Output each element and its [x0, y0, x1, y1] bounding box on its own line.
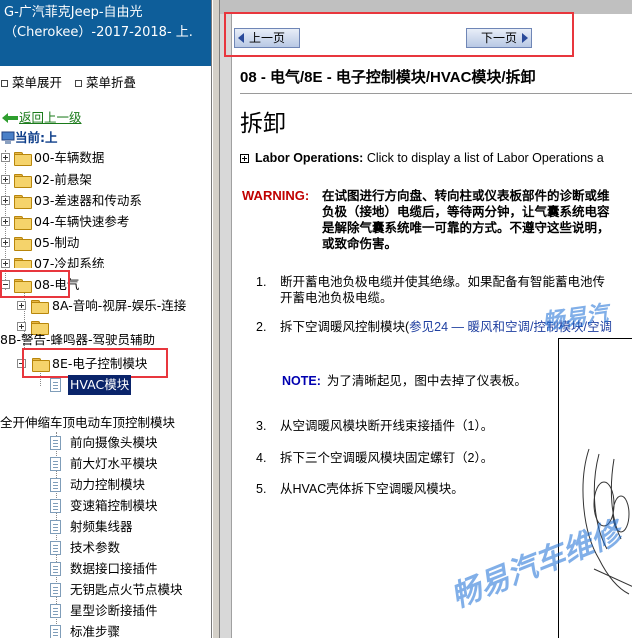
- menu-operations: 菜单展开 菜单折叠: [0, 72, 136, 91]
- divider: [240, 93, 632, 94]
- tree-item-doc[interactable]: 无钥匙点火节点模块: [0, 580, 211, 600]
- left-nav-panel: G-广汽菲克Jeep-自由光 （Cherokee）-2017-2018- 上. …: [0, 0, 212, 638]
- hvac-diagram-drawing: [582, 448, 632, 595]
- left-arrow-icon: [238, 33, 244, 43]
- folder-open-icon: [32, 358, 50, 372]
- tree-item-8a[interactable]: 8A-音响-视屏-娱乐-连接: [0, 296, 211, 316]
- top-gray-band: [220, 0, 632, 14]
- back-arrow-icon: [2, 113, 18, 123]
- document-icon: [50, 457, 61, 471]
- vehicle-title-header: G-广汽菲克Jeep-自由光 （Cherokee）-2017-2018- 上.: [0, 0, 211, 66]
- expand-icon[interactable]: [1, 175, 10, 184]
- tree-item-doc[interactable]: 星型诊断接插件: [0, 601, 211, 621]
- labor-operations-row[interactable]: Labor Operations: Click to display a lis…: [240, 151, 604, 165]
- folder-icon: [31, 321, 49, 335]
- vehicle-title-line1: G-广汽菲克Jeep-自由光: [4, 5, 143, 20]
- tree-item-doc[interactable]: 前向摄像头模块: [0, 433, 211, 453]
- vehicle-title-line2: （Cherokee）-2017-2018- 上.: [4, 25, 193, 40]
- content-panel: 上一页 下一页 08 - 电气/8E - 电子控制模块/HVAC模块/拆卸 拆卸…: [220, 0, 632, 638]
- folder-icon: [14, 258, 32, 268]
- tree-item-02[interactable]: 02-前悬架: [0, 170, 211, 190]
- collapse-icon[interactable]: [17, 359, 26, 368]
- expand-icon[interactable]: [1, 217, 10, 226]
- tree-item-doc[interactable]: 技术参数: [0, 538, 211, 558]
- tree-item-doc[interactable]: 动力控制模块: [0, 475, 211, 495]
- note-text: 为了清晰起见，图中去掉了仪表板。: [326, 374, 527, 388]
- tree-item-8e[interactable]: 8E-电子控制模块: [0, 354, 211, 374]
- folder-icon: [14, 152, 32, 166]
- page-nav-bar: 上一页 下一页: [234, 24, 554, 52]
- folder-icon: [14, 237, 32, 251]
- expand-icon[interactable]: [1, 153, 10, 162]
- tree-item-00[interactable]: 00-车辆数据: [0, 148, 211, 168]
- expand-icon[interactable]: [240, 154, 249, 164]
- folder-icon: [14, 216, 32, 230]
- document-icon: [50, 583, 61, 597]
- document-icon: [50, 604, 61, 618]
- document-icon: [50, 520, 61, 534]
- expand-all-button[interactable]: 菜单展开: [0, 72, 62, 91]
- tree-item-hvac[interactable]: HVAC模块: [0, 375, 211, 395]
- warning-text: 在试图进行方向盘、转向柱或仪表板部件的诊断或维 负极（接地）电缆后，等待两分钟，…: [322, 189, 610, 251]
- right-arrow-icon: [522, 33, 528, 43]
- tree-item-8b[interactable]: 8B-警告-蜂鸣器-驾驶员辅助: [0, 334, 211, 346]
- tree-item-doc[interactable]: 变速箱控制模块: [0, 496, 211, 516]
- prev-page-button[interactable]: 上一页: [234, 28, 300, 48]
- tree-item-doc[interactable]: 前大灯水平模块: [0, 454, 211, 474]
- document-icon: [50, 499, 61, 513]
- folder-icon: [14, 195, 32, 209]
- breadcrumb-title: 08 - 电气/8E - 电子控制模块/HVAC模块/拆卸: [240, 69, 536, 86]
- back-link[interactable]: 返回上一级: [19, 108, 82, 128]
- tree-item-08[interactable]: 08-电气: [0, 275, 211, 295]
- expand-icon[interactable]: [17, 301, 26, 310]
- note-label: NOTE:: [282, 374, 321, 388]
- tree-item-roof[interactable]: 全开伸缩车顶电动车顶控制模块: [0, 413, 211, 433]
- expand-icon[interactable]: [1, 196, 10, 205]
- hvac-diagram-image: [558, 338, 632, 638]
- tree-item-03[interactable]: 03-差速器和传动系: [0, 191, 211, 211]
- warning-label: WARNING:: [242, 188, 310, 203]
- square-icon: [75, 79, 82, 87]
- document-icon: [50, 378, 61, 392]
- expand-icon[interactable]: [17, 322, 26, 331]
- computer-icon: [1, 131, 15, 144]
- current-location: 当前:上: [15, 130, 58, 145]
- app-window: G-广汽菲克Jeep-自由光 （Cherokee）-2017-2018- 上. …: [0, 0, 632, 638]
- tree-item-doc[interactable]: 射频集线器: [0, 517, 211, 537]
- tree-item-05[interactable]: 05-制动: [0, 233, 211, 253]
- square-icon: [1, 79, 8, 87]
- document-icon: [50, 541, 61, 555]
- folder-icon: [14, 174, 32, 188]
- document-icon: [50, 478, 61, 492]
- section-title: 拆卸: [240, 111, 286, 136]
- tree-item-doc[interactable]: 标准步骤: [0, 622, 211, 638]
- tree-item-07[interactable]: 07-冷却系统: [0, 254, 211, 268]
- tree-item-04[interactable]: 04-车辆快速参考: [0, 212, 211, 232]
- next-page-button[interactable]: 下一页: [466, 28, 532, 48]
- document-icon: [50, 562, 61, 576]
- expand-icon[interactable]: [1, 238, 10, 247]
- folder-icon: [31, 300, 49, 314]
- expand-icon[interactable]: [1, 259, 10, 268]
- content-left-border: [220, 14, 232, 638]
- tree-item-doc[interactable]: 数据接口接插件: [0, 559, 211, 579]
- folder-open-icon: [14, 279, 32, 293]
- collapse-icon[interactable]: [1, 280, 10, 289]
- current-location-row: 当前:上: [0, 128, 211, 148]
- back-link-row[interactable]: 返回上一级: [0, 108, 211, 128]
- note-block: NOTE: 为了清晰起见，图中去掉了仪表板。: [282, 370, 527, 389]
- collapse-all-button[interactable]: 菜单折叠: [74, 72, 136, 91]
- document-icon: [50, 625, 61, 638]
- document-icon: [50, 436, 61, 450]
- panel-splitter[interactable]: [212, 0, 220, 638]
